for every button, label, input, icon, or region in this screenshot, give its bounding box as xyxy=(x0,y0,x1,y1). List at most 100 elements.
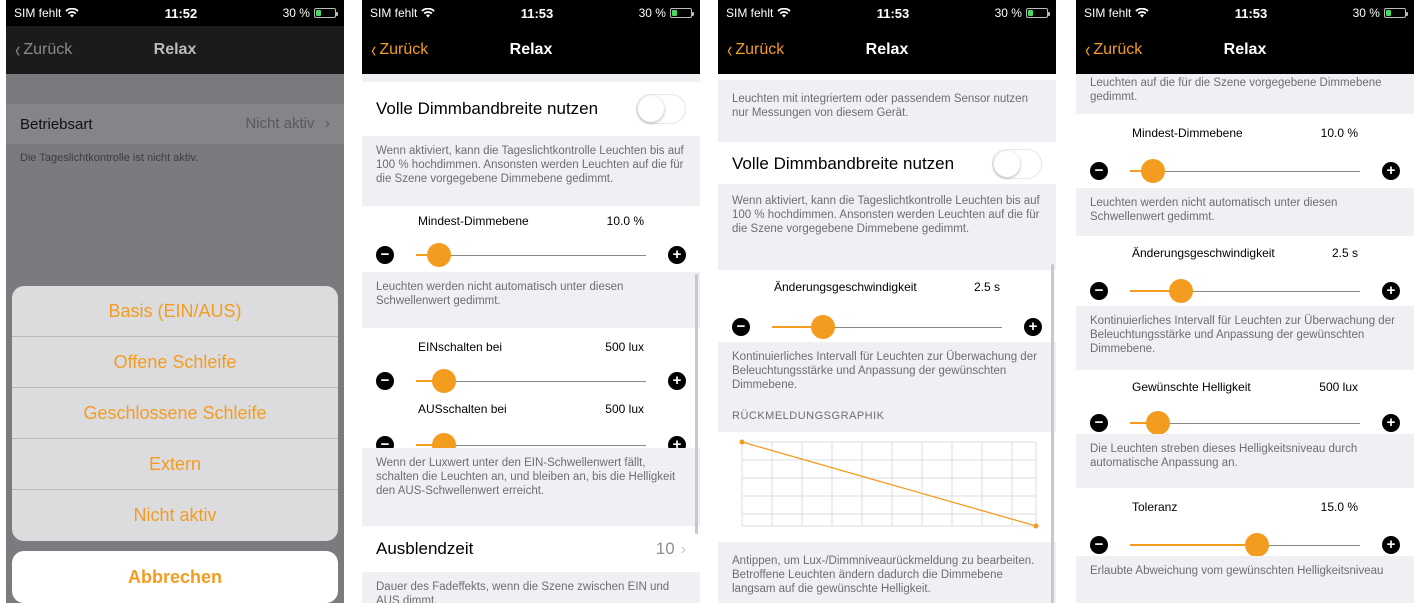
fade-desc: Dauer des Fadeffekts, wenn die Szene zwi… xyxy=(376,581,670,603)
tolerance-desc: Erlaubte Abweichung vom gewünschten Hell… xyxy=(1090,565,1384,577)
chevron-left-icon: ‹ xyxy=(1085,37,1091,62)
sensor-desc: Leuchten mit integriertem oder passendem… xyxy=(732,93,1028,119)
full-dim-label: Volle Dimmbandbreite nutzen xyxy=(376,99,599,118)
off-at-slider[interactable] xyxy=(416,432,646,457)
decrease-button[interactable]: − xyxy=(1090,414,1108,432)
full-dim-desc: Wenn aktiviert, kann die Tageslichtkontr… xyxy=(732,195,1040,235)
battery-icon xyxy=(313,8,338,18)
increase-button[interactable]: + xyxy=(668,372,686,390)
switch-sliders-block: EINschalten bei 500 lux − + AUSschalten … xyxy=(362,328,700,457)
increase-button[interactable]: + xyxy=(1382,536,1400,554)
tolerance-label: Toleranz xyxy=(1132,500,1178,514)
carrier-label: SIM fehlt xyxy=(14,6,62,20)
back-button[interactable]: ‹ Zurück xyxy=(1084,26,1142,74)
back-button[interactable]: ‹ Zurück xyxy=(14,26,72,74)
back-button[interactable]: ‹ Zurück xyxy=(370,26,428,74)
battery-icon xyxy=(1383,8,1408,18)
min-dim-label: Mindest-Dimmebene xyxy=(418,214,529,228)
option-nicht-aktiv[interactable]: Nicht aktiv xyxy=(12,490,338,541)
option-offene-schleife[interactable]: Offene Schleife xyxy=(12,337,338,388)
full-dim-toggle[interactable] xyxy=(992,149,1042,179)
option-geschlossene-schleife[interactable]: Geschlossene Schleife xyxy=(12,388,338,439)
back-label: Zurück xyxy=(735,41,785,58)
option-basis[interactable]: Basis (EIN/AUS) xyxy=(12,286,338,337)
increase-button[interactable]: + xyxy=(1024,318,1042,336)
fade-value: 10 xyxy=(655,539,675,558)
min-dim-label: Mindest-Dimmebene xyxy=(1132,126,1243,140)
brightness-desc: Die Leuchten streben dieses Helligkeitsn… xyxy=(1090,443,1358,469)
back-label: Zurück xyxy=(23,41,73,58)
decrease-button[interactable]: − xyxy=(1090,282,1108,300)
fade-row[interactable]: Ausblendzeit 10 › xyxy=(362,526,700,572)
chevron-right-icon: › xyxy=(680,541,686,558)
nav-bar: ‹ Zurück Relax xyxy=(362,26,700,74)
battery-icon xyxy=(669,8,694,18)
phone-screen-2: SIM fehlt 11:53 30 % ‹ Zurück Relax Voll… xyxy=(362,0,700,603)
battery-percent: 30 % xyxy=(638,6,666,20)
inactive-info: Die Tageslichtkontrolle ist nicht aktiv. xyxy=(20,152,199,164)
decrease-button[interactable]: − xyxy=(732,318,750,336)
feedback-curve xyxy=(741,441,1037,527)
chevron-right-icon: › xyxy=(324,115,330,132)
min-dim-desc: Leuchten werden nicht automatisch unter … xyxy=(376,281,624,307)
status-bar: SIM fehlt 11:53 30 % xyxy=(362,0,700,26)
full-dim-row: Volle Dimmbandbreite nutzen xyxy=(362,82,700,136)
rate-label: Änderungsgeschwindigkeit xyxy=(774,280,917,294)
clock: 11:52 xyxy=(164,5,198,21)
nav-bar: ‹ Zurück Relax xyxy=(718,26,1056,74)
clock: 11:53 xyxy=(876,5,910,21)
curve-start-point[interactable] xyxy=(739,439,745,445)
scrollbar[interactable] xyxy=(1051,264,1054,603)
rate-desc: Kontinuierliches Intervall für Leuchten … xyxy=(732,351,1037,391)
betriebsart-row[interactable]: Betriebsart Nicht aktiv › xyxy=(6,104,344,144)
status-bar: SIM fehlt 11:53 30 % xyxy=(1076,0,1414,26)
min-dim-slider[interactable] xyxy=(416,242,646,267)
min-dim-desc: Leuchten werden nicht automatisch unter … xyxy=(1090,197,1338,223)
phone-screen-3: SIM fehlt 11:53 30 % ‹ Zurück Relax Leuc… xyxy=(718,0,1056,603)
rate-desc: Kontinuierliches Intervall für Leuchten … xyxy=(1090,315,1395,355)
off-at-value: 500 lux xyxy=(605,402,644,416)
phone-screen-1: SIM fehlt 11:52 30 % ‹ Zurück Relax Betr… xyxy=(6,0,344,603)
increase-button[interactable]: + xyxy=(1382,414,1400,432)
rate-label: Änderungsgeschwindigkeit xyxy=(1132,246,1275,260)
increase-button[interactable]: + xyxy=(668,246,686,264)
page-title: Relax xyxy=(865,41,909,58)
rate-value: 2.5 s xyxy=(973,280,1000,294)
graph-desc: Antippen, um Lux-/Dimmniveaurückmeldung … xyxy=(732,555,1035,595)
increase-button[interactable]: + xyxy=(1382,282,1400,300)
settings-list: Volle Dimmbandbreite nutzen Wenn aktivie… xyxy=(362,74,700,603)
phone-screen-4: SIM fehlt 11:53 30 % ‹ Zurück Relax Leuc… xyxy=(1076,0,1414,603)
wifi-icon xyxy=(65,8,80,18)
full-dim-desc: Wenn aktiviert, kann die Tageslichtkontr… xyxy=(376,145,684,185)
min-dim-slider[interactable] xyxy=(1130,158,1360,183)
carrier-label: SIM fehlt xyxy=(370,6,418,20)
decrease-button[interactable]: − xyxy=(376,372,394,390)
betriebsart-value: Nicht aktiv xyxy=(245,115,315,132)
back-button[interactable]: ‹ Zurück xyxy=(726,26,784,74)
rate-value: 2.5 s xyxy=(1331,246,1358,260)
full-dim-label: Volle Dimmbandbreite nutzen xyxy=(732,154,955,173)
on-at-slider[interactable] xyxy=(416,368,646,393)
min-dim-value: 10.0 % xyxy=(606,214,644,228)
full-dim-toggle[interactable] xyxy=(636,94,686,124)
min-dim-slider-block: Mindest-Dimmebene 10.0 % − + xyxy=(1076,114,1414,188)
decrease-button[interactable]: − xyxy=(376,246,394,264)
option-extern[interactable]: Extern xyxy=(12,439,338,490)
tolerance-slider-block: Toleranz 15.0 % − + xyxy=(1076,488,1414,557)
feedback-graph[interactable] xyxy=(718,432,1056,542)
rate-slider[interactable] xyxy=(1130,278,1360,303)
scrollbar[interactable] xyxy=(695,274,698,534)
rate-slider[interactable] xyxy=(772,314,1002,339)
nav-bar: ‹ Zurück Relax xyxy=(1076,26,1414,74)
brightness-slider[interactable] xyxy=(1130,410,1360,435)
battery-percent: 30 % xyxy=(994,6,1022,20)
back-label: Zurück xyxy=(1093,41,1143,58)
increase-button[interactable]: + xyxy=(1382,162,1400,180)
settings-list: Leuchten auf die für die Szene vorgegebe… xyxy=(1076,74,1414,603)
decrease-button[interactable]: − xyxy=(1090,536,1108,554)
battery-icon xyxy=(1025,8,1050,18)
decrease-button[interactable]: − xyxy=(1090,162,1108,180)
curve-end-point[interactable] xyxy=(1033,523,1039,529)
cancel-button[interactable]: Abbrechen xyxy=(12,551,338,603)
tolerance-slider[interactable] xyxy=(1130,532,1360,557)
